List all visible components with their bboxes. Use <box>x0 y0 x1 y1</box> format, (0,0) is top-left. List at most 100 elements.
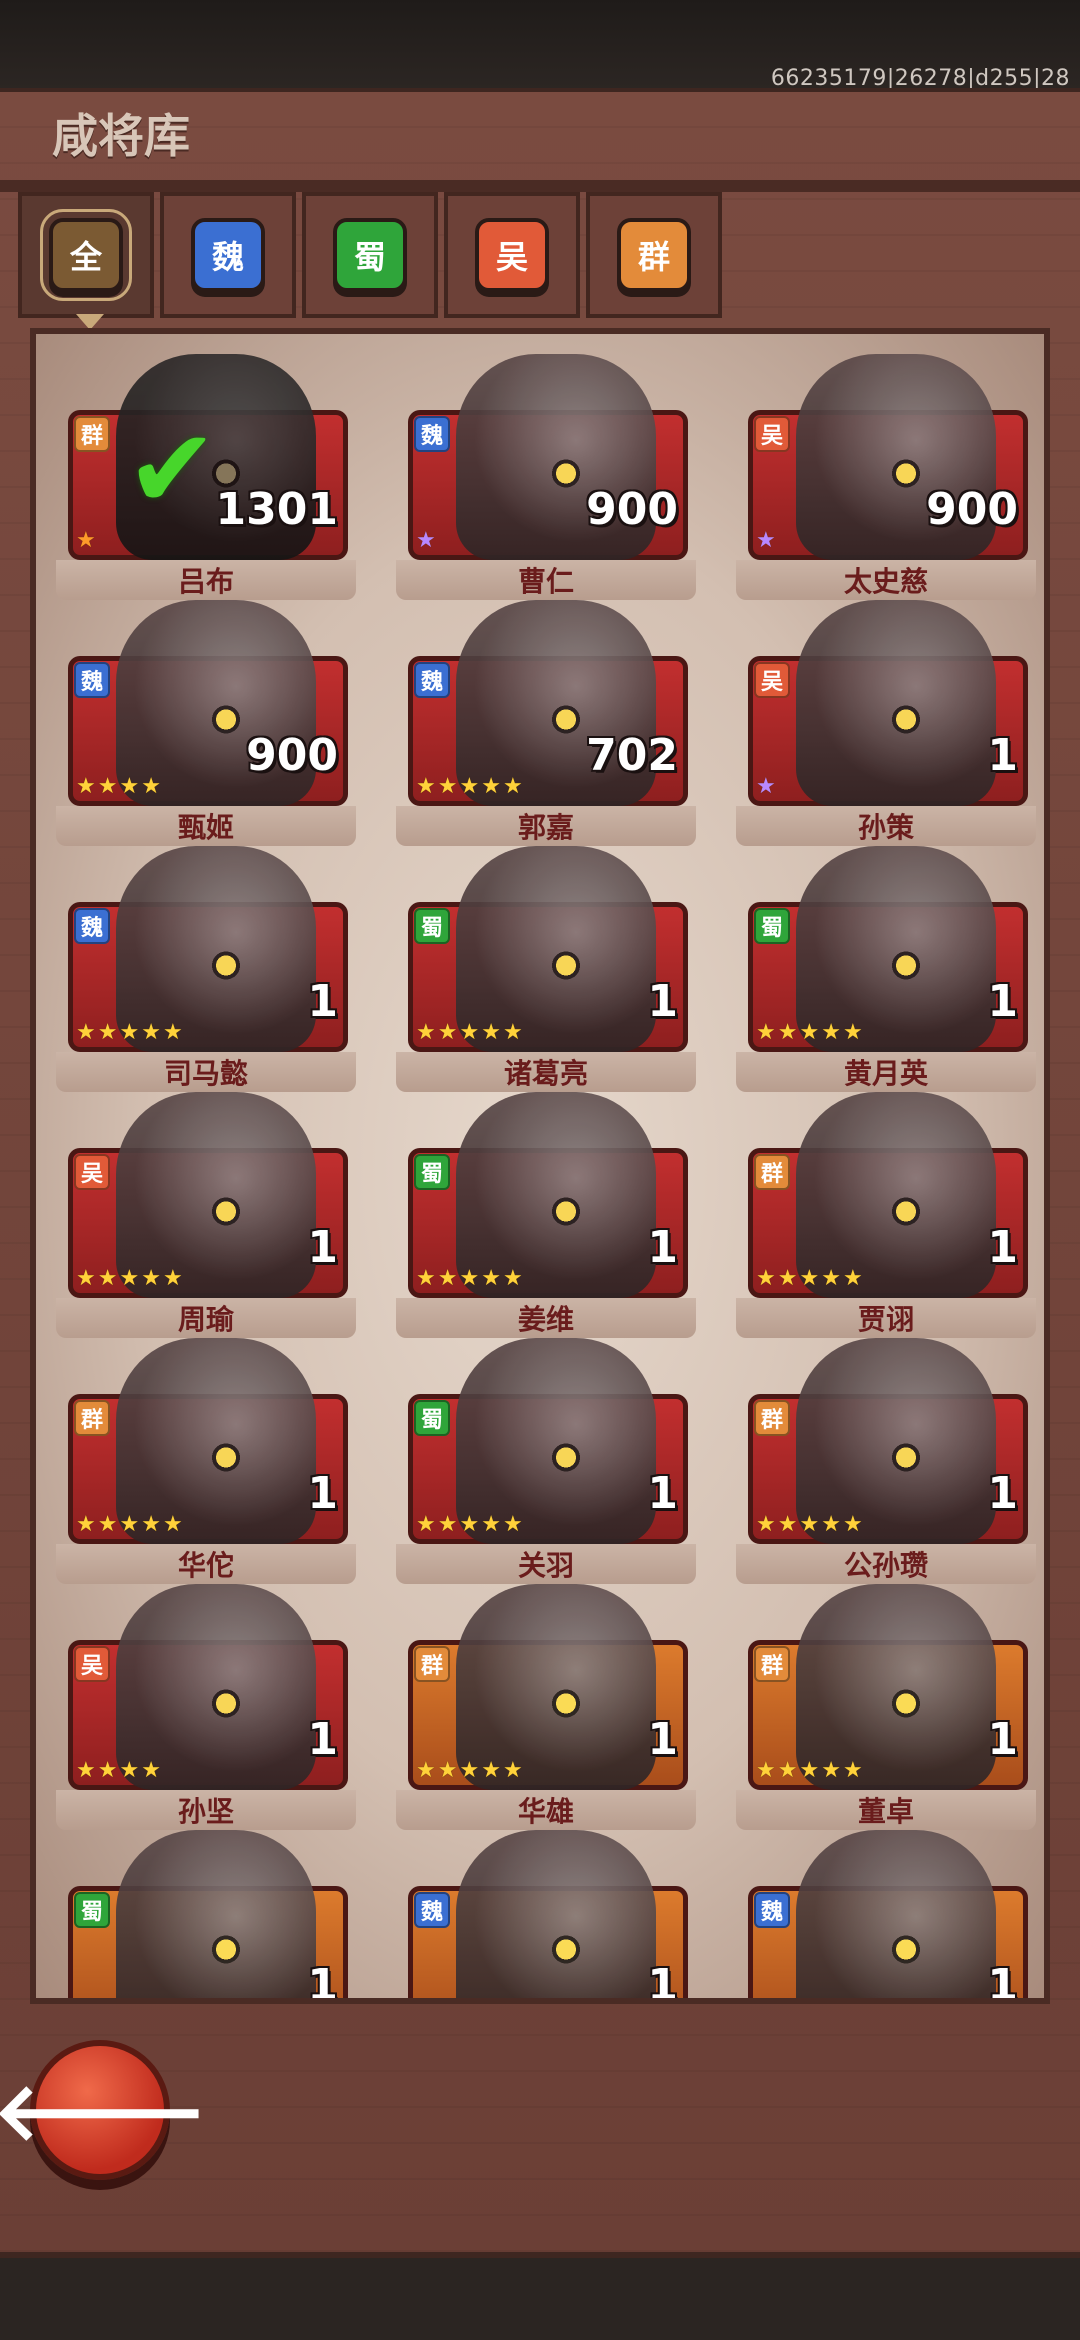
hero-card[interactable]: 吴 1 ★ ★ ★ ★ ★ 周瑜 <box>56 1092 356 1338</box>
tab-faction-3[interactable]: 吴 <box>444 192 580 318</box>
hero-name: 郭嘉 <box>396 806 696 846</box>
tab-faction-1[interactable]: 魏 <box>160 192 296 318</box>
hero-portrait <box>796 1830 996 1998</box>
star-rating: ★ ★ ★ ★ ★ <box>756 1514 863 1536</box>
hero-portrait <box>456 1830 656 1998</box>
star-icon: ★ <box>437 774 458 799</box>
star-icon: ★ <box>459 1266 480 1291</box>
hero-card[interactable]: 吴 1 ★ 孙策 <box>736 600 1036 846</box>
hero-card[interactable]: 群 1 ★ ★ ★ ★ ★ 公孙瓒 <box>736 1338 1036 1584</box>
star-icon: ★ <box>756 1512 776 1537</box>
faction-badge: 吴 <box>74 1154 110 1190</box>
star-icon: ★ <box>119 774 140 799</box>
hero-name: 黄月英 <box>736 1052 1036 1092</box>
hero-card[interactable]: 吴 1 ★ ★ ★ ★ 孙坚 <box>56 1584 356 1830</box>
hero-card[interactable]: 群 1 ★ ★ ★ ★ ★ 华佗 <box>56 1338 356 1584</box>
star-icon: ★ <box>821 1512 841 1537</box>
hero-card[interactable]: 魏1 <box>736 1830 1036 1998</box>
faction-badge: 群 <box>754 1400 790 1436</box>
hero-card[interactable]: 魏 1 ★ ★ ★ ★ ★ 司马懿 <box>56 846 356 1092</box>
star-icon: ★ <box>799 1512 820 1537</box>
faction-badge: 魏 <box>414 662 450 698</box>
hero-card[interactable]: 吴 900 ★ 太史慈 <box>736 354 1036 600</box>
hero-name: 华佗 <box>56 1544 356 1584</box>
star-icon: ★ <box>481 1512 501 1537</box>
star-icon: ★ <box>162 1512 183 1537</box>
star-icon: ★ <box>76 1758 96 1783</box>
faction-badge: 魏 <box>74 662 110 698</box>
tab-faction-0[interactable]: 全 <box>18 192 154 330</box>
faction-badge: 群 <box>74 1400 110 1436</box>
star-icon: ★ <box>119 1512 140 1537</box>
hero-card[interactable]: 蜀 1 ★ ★ ★ ★ ★ 姜维 <box>396 1092 696 1338</box>
hero-list-panel[interactable]: 群 ✔ 1301 ★ 吕布魏 900 ★ 曹仁吴 900 ★ 太史慈魏 900 ★ ★ ★ ★ 甄姬魏 702 ★ ★… <box>30 328 1050 2004</box>
arrow-left-icon: 🡐 <box>0 2064 208 2158</box>
hero-card[interactable]: 群 1 ★ ★ ★ ★ ★ 华雄 <box>396 1584 696 1830</box>
star-icon: ★ <box>416 1758 436 1783</box>
star-icon: ★ <box>842 1020 863 1045</box>
star-icon: ★ <box>141 1020 161 1045</box>
faction-badge: 魏 <box>414 416 450 452</box>
hero-portrait <box>116 1830 316 1998</box>
hero-name: 司马懿 <box>56 1052 356 1092</box>
status-strip: 66235179|26278|d255|28 <box>0 0 1080 91</box>
star-icon: ★ <box>502 774 523 799</box>
hero-name: 吕布 <box>56 560 356 600</box>
star-icon: ★ <box>842 1758 863 1783</box>
faction-badge: 蜀 <box>414 1154 450 1190</box>
star-icon: ★ <box>502 1758 523 1783</box>
hero-card[interactable]: 蜀 1 ★ ★ ★ ★ ★ 诸葛亮 <box>396 846 696 1092</box>
star-icon: ★ <box>502 1512 523 1537</box>
star-icon: ★ <box>481 1266 501 1291</box>
star-icon: ★ <box>502 1020 523 1045</box>
check-icon: ✔ <box>126 405 219 533</box>
hero-card[interactable]: 群 1 ★ ★ ★ ★ ★ 贾诩 <box>736 1092 1036 1338</box>
star-icon: ★ <box>777 1758 798 1783</box>
star-icon: ★ <box>141 1758 161 1783</box>
hero-name: 周瑜 <box>56 1298 356 1338</box>
hero-shard-count: 1 <box>987 1222 1018 1273</box>
back-button[interactable]: 🡐 <box>0 2040 207 2180</box>
faction-badge: 魏 <box>754 1892 790 1928</box>
faction-badge: 蜀 <box>754 908 790 944</box>
tab-faction-2[interactable]: 蜀 <box>302 192 438 318</box>
star-icon: ★ <box>162 1020 183 1045</box>
hero-card[interactable]: 魏 702 ★ ★ ★ ★ ★ 郭嘉 <box>396 600 696 846</box>
tab-faction-4[interactable]: 群 <box>586 192 722 318</box>
star-icon: ★ <box>459 774 480 799</box>
hero-shard-count: 1 <box>307 1468 338 1519</box>
hero-card[interactable]: 蜀 1 ★ ★ ★ ★ ★ 黄月英 <box>736 846 1036 1092</box>
hero-card[interactable]: 蜀 1 ★ ★ ★ ★ ★ 关羽 <box>396 1338 696 1584</box>
star-rating: ★ ★ ★ ★ ★ <box>416 1760 523 1782</box>
star-icon: ★ <box>481 1020 501 1045</box>
hero-card[interactable]: 魏1 <box>396 1830 696 1998</box>
star-icon: ★ <box>821 1266 841 1291</box>
star-rating: ★ <box>756 776 776 798</box>
star-rating: ★ <box>416 530 436 552</box>
hero-card[interactable]: 群 ✔ 1301 ★ 吕布 <box>56 354 356 600</box>
hero-shard-count: 1 <box>307 976 338 1027</box>
star-icon: ★ <box>821 1020 841 1045</box>
star-rating: ★ ★ ★ ★ ★ <box>756 1022 863 1044</box>
star-icon: ★ <box>437 1266 458 1291</box>
star-rating: ★ ★ ★ ★ ★ <box>416 1022 523 1044</box>
star-icon: ★ <box>437 1758 458 1783</box>
star-icon: ★ <box>416 774 436 799</box>
faction-badge: 魏 <box>414 1892 450 1928</box>
hero-card[interactable]: 蜀1 <box>56 1830 356 1998</box>
faction-badge: 群 <box>414 1646 450 1682</box>
star-icon: ★ <box>821 1758 841 1783</box>
hero-card[interactable]: 魏 900 ★ ★ ★ ★ 甄姬 <box>56 600 356 846</box>
bottom-strip <box>0 2258 1080 2340</box>
hero-card[interactable]: 魏 900 ★ 曹仁 <box>396 354 696 600</box>
hero-card[interactable]: 群 1 ★ ★ ★ ★ ★ 董卓 <box>736 1584 1036 1830</box>
star-icon: ★ <box>76 774 96 799</box>
star-icon: ★ <box>756 1266 776 1291</box>
title-divider <box>0 180 1080 192</box>
faction-badge: 吴 <box>754 416 790 452</box>
hero-shard-count: 1 <box>647 976 678 1027</box>
star-icon: ★ <box>76 1266 96 1291</box>
tab-label: 蜀 <box>333 218 407 292</box>
star-icon: ★ <box>502 1266 523 1291</box>
hero-shard-count: 702 <box>586 730 678 781</box>
